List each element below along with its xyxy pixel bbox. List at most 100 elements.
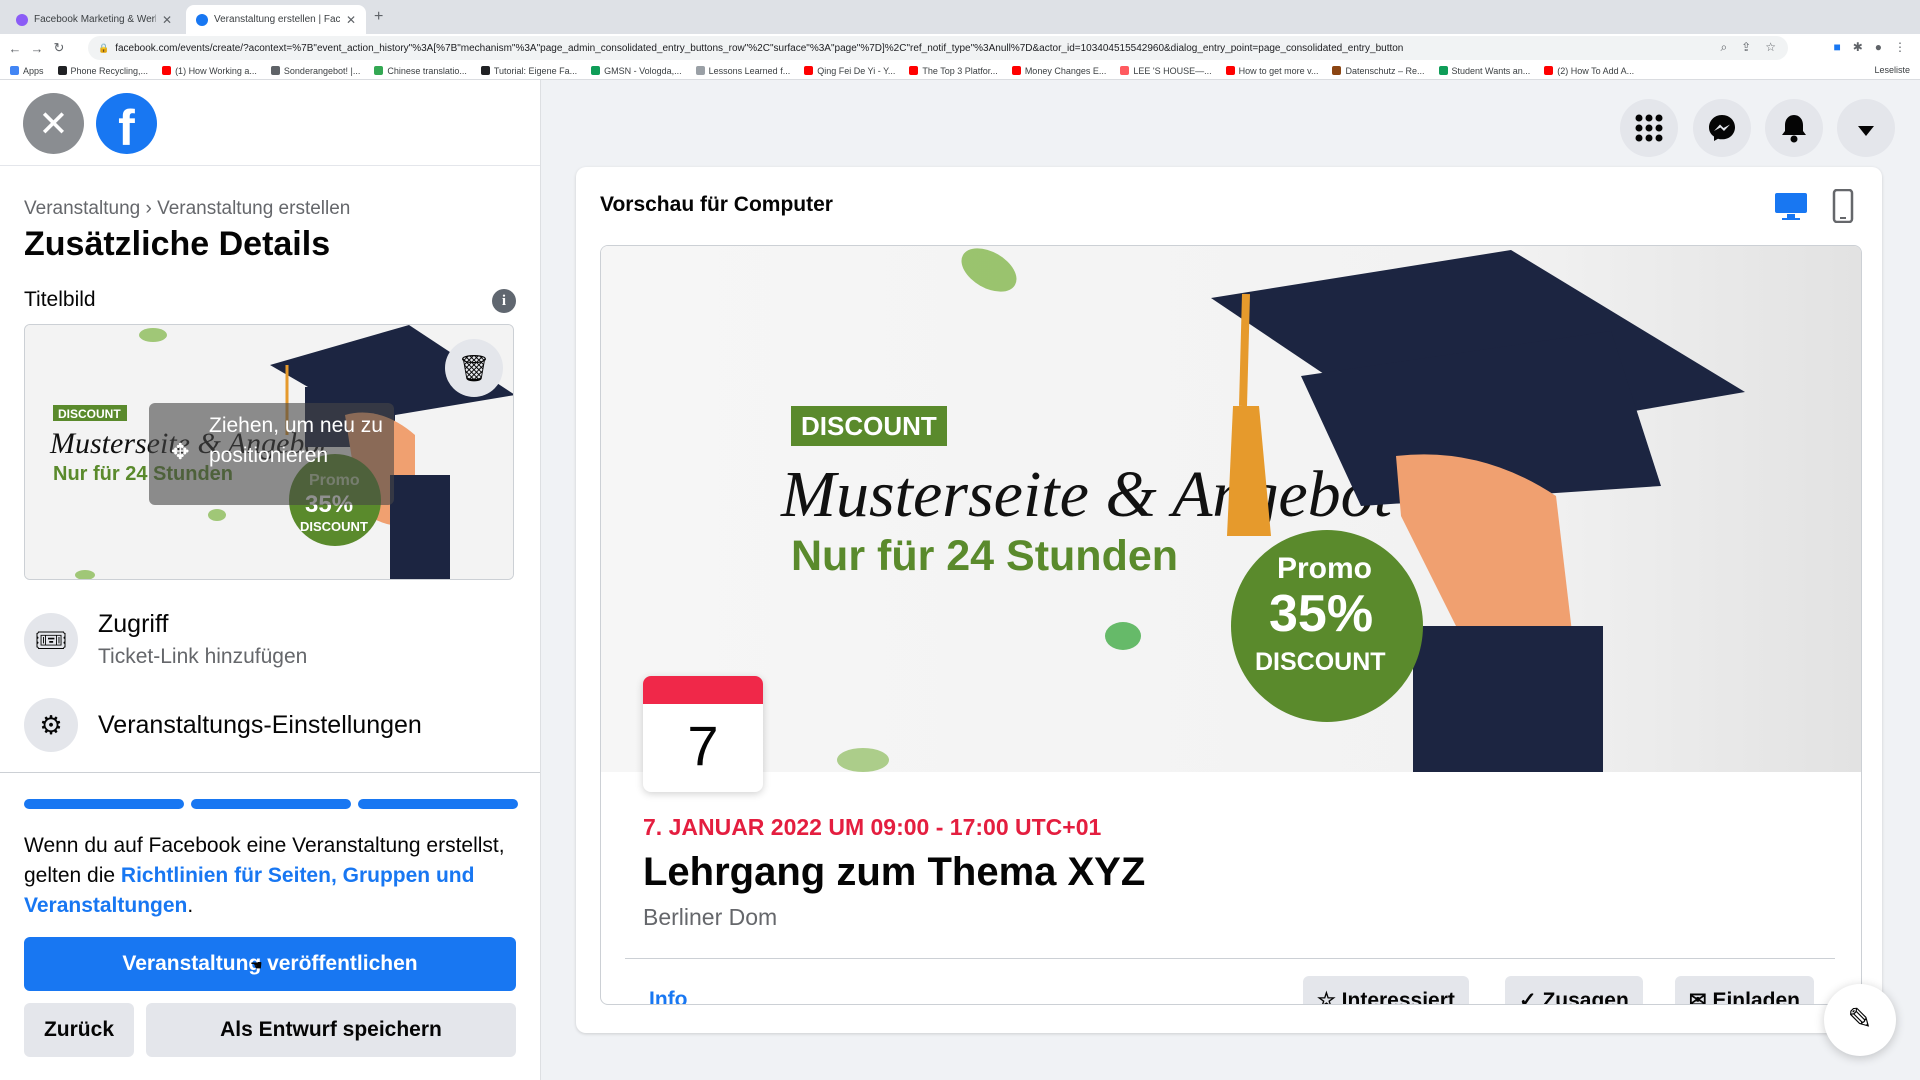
svg-text:DISCOUNT: DISCOUNT — [801, 411, 937, 441]
drag-reposition-hint[interactable]: ✥ Ziehen, um neu zu positionieren — [149, 403, 394, 505]
preview-title: Vorschau für Computer — [600, 193, 833, 216]
close-icon[interactable]: ✕ — [23, 93, 84, 154]
svg-text:Musterseite & Angebot: Musterseite & Angebot — [780, 458, 1394, 531]
browser-toolbar: ← → ↻ 🔒 facebook.com/events/create/?acon… — [0, 34, 1920, 62]
reading-list[interactable]: Leseliste — [1874, 65, 1910, 75]
desktop-preview-icon[interactable] — [1774, 191, 1808, 221]
svg-text:Nur für 24 Stunden: Nur für 24 Stunden — [791, 532, 1178, 580]
lock-icon: 🔒 — [98, 42, 110, 53]
bookmark-item[interactable]: (2) How To Add A... — [1544, 66, 1634, 76]
drag-hint-text: Ziehen, um neu zu positionieren — [209, 414, 383, 467]
bookmark-item[interactable]: Qing Fei De Yi - Y... — [804, 66, 895, 76]
cover-image-thumbnail[interactable]: DISCOUNT Musterseite & Angebot Nur für 2… — [24, 324, 514, 580]
access-option[interactable]: 🎟 Zugriff Ticket-Link hinzufügen — [24, 610, 307, 669]
tab-favicon-icon — [196, 13, 208, 26]
event-title: Lehrgang zum Thema XYZ — [643, 850, 1146, 894]
bookmark-item[interactable]: The Top 3 Platfor... — [909, 66, 998, 76]
puzzle-icon[interactable]: ✱ — [1853, 40, 1863, 54]
move-arrows-icon: ✥ — [171, 439, 190, 464]
interested-button[interactable]: ☆ Interessiert — [1303, 976, 1469, 1005]
forward-arrow-icon[interactable]: → — [26, 41, 48, 56]
bookmark-item[interactable]: Money Changes E... — [1011, 66, 1106, 76]
event-day-number: 7 — [687, 714, 719, 777]
url-text[interactable]: facebook.com/events/create/?acontext=%7B… — [115, 43, 1515, 54]
bookmark-item[interactable]: Lessons Learned f... — [695, 66, 790, 76]
sidebar-header: ✕ f — [0, 80, 540, 166]
event-location: Berliner Dom — [643, 904, 778, 930]
svg-text:DISCOUNT: DISCOUNT — [300, 519, 368, 534]
back-arrow-icon[interactable]: ← — [4, 41, 26, 56]
info-icon[interactable]: i — [492, 289, 516, 313]
new-message-icon[interactable]: ✎ — [1824, 984, 1896, 1056]
zoom-icon[interactable]: ⌕ — [1720, 40, 1727, 55]
event-datetime: 7. JANUAR 2022 UM 09:00 - 17:00 UTC+01 — [643, 814, 1102, 840]
bookmark-item[interactable]: Student Wants an... — [1438, 66, 1530, 76]
bookmark-item[interactable]: Sonderangebot! |... — [270, 66, 360, 76]
tab-info[interactable]: Info — [649, 988, 687, 1004]
bookmark-item[interactable]: Tutorial: Eigene Fa... — [480, 66, 577, 76]
reload-icon[interactable]: ↻ — [48, 40, 70, 56]
account-menu-chevron-icon[interactable] — [1837, 99, 1895, 157]
browser-tab-active[interactable]: Veranstaltung erstellen | Faceb... ✕ — [186, 5, 366, 34]
bookmark-item[interactable]: Chinese translatio... — [374, 66, 467, 76]
svg-text:35%: 35% — [1269, 585, 1373, 643]
tab-close-icon[interactable]: ✕ — [346, 13, 356, 27]
bookmark-item[interactable]: Apps — [10, 66, 44, 76]
browser-tab[interactable]: Facebook Marketing & Werbe... ✕ — [6, 5, 182, 34]
bookmark-item[interactable]: GMSN - Vologda,... — [591, 66, 682, 76]
sidebar-footer: Wenn du auf Facebook eine Veranstaltung … — [0, 772, 540, 1080]
event-date-badge: 7 — [643, 676, 763, 792]
event-settings-option[interactable]: ⚙ Veranstaltungs-Einstellungen — [24, 698, 422, 752]
breadcrumb: Veranstaltung › Veranstaltung erstellen — [24, 198, 351, 219]
tab-close-icon[interactable]: ✕ — [162, 13, 172, 27]
save-draft-button[interactable]: Als Entwurf speichern — [146, 1003, 516, 1057]
tab-favicon-icon — [16, 13, 28, 26]
invite-button[interactable]: ✉ Einladen — [1675, 976, 1814, 1005]
new-tab-icon[interactable]: + — [374, 8, 383, 26]
notifications-bell-icon[interactable] — [1765, 99, 1823, 157]
divider — [625, 958, 1835, 959]
envelope-icon: ✉ — [1689, 989, 1713, 1005]
trash-icon[interactable]: 🗑 — [445, 339, 503, 397]
browser-tab-bar: Facebook Marketing & Werbe... ✕ Veransta… — [0, 0, 1920, 34]
cover-art: DISCOUNT Musterseite & Angebot Nur für 2… — [601, 246, 1861, 772]
bookmark-item[interactable]: How to get more v... — [1225, 66, 1318, 76]
messenger-icon[interactable] — [1693, 99, 1751, 157]
share-icon[interactable]: ⇪ — [1741, 40, 1751, 55]
bookmarks-bar: Apps Phone Recycling,... (1) How Working… — [0, 62, 1920, 80]
mobile-preview-icon[interactable] — [1832, 189, 1854, 223]
desktop-preview-card: Vorschau für Computer DISCOUNT Mustersei… — [576, 167, 1882, 1033]
cover-image-label: Titelbild — [24, 288, 96, 311]
bookmark-star-icon[interactable]: ☆ — [1765, 40, 1776, 55]
publish-event-button[interactable]: Veranstaltung veröffentlichen — [24, 937, 516, 991]
svg-text:DISCOUNT: DISCOUNT — [58, 407, 121, 421]
mouse-cursor-icon: ☚ — [250, 957, 263, 973]
facebook-logo-icon[interactable]: f — [96, 93, 157, 156]
star-icon: ☆ — [1317, 989, 1342, 1005]
page-title: Zusätzliche Details — [24, 225, 331, 263]
profile-avatar-icon[interactable]: ● — [1875, 40, 1882, 54]
option-title: Zugriff — [98, 610, 169, 638]
extension-icon[interactable]: ■ — [1833, 40, 1840, 54]
event-create-sidebar: ✕ f Veranstaltung › Veranstaltung erstel… — [0, 80, 541, 1080]
terms-notice: Wenn du auf Facebook eine Veranstaltung … — [24, 834, 505, 917]
going-button[interactable]: ✓ Zusagen — [1505, 976, 1643, 1004]
option-subtitle: Ticket-Link hinzufügen — [98, 645, 308, 668]
tab-title: Facebook Marketing & Werbe... — [34, 14, 156, 25]
ticket-icon: 🎟 — [24, 612, 78, 667]
bookmark-item[interactable]: (1) How Working a... — [162, 66, 257, 76]
progress-steps — [24, 799, 518, 809]
tab-title: Veranstaltung erstellen | Faceb... — [214, 14, 340, 25]
apps-grid-icon[interactable] — [1620, 99, 1678, 157]
bookmark-item[interactable]: Datenschutz – Re... — [1332, 66, 1425, 76]
bookmark-item[interactable]: LEE 'S HOUSE—... — [1120, 66, 1212, 76]
svg-text:Promo: Promo — [1277, 552, 1372, 585]
event-preview: DISCOUNT Musterseite & Angebot Nur für 2… — [600, 245, 1862, 1005]
progress-step — [24, 799, 184, 809]
back-button[interactable]: Zurück — [24, 1003, 134, 1057]
progress-step — [191, 799, 351, 809]
address-bar[interactable]: 🔒 facebook.com/events/create/?acontext=%… — [88, 36, 1788, 60]
menu-dots-icon[interactable]: ⋮ — [1894, 40, 1906, 54]
svg-text:DISCOUNT: DISCOUNT — [1255, 648, 1386, 676]
bookmark-item[interactable]: Phone Recycling,... — [57, 66, 148, 76]
